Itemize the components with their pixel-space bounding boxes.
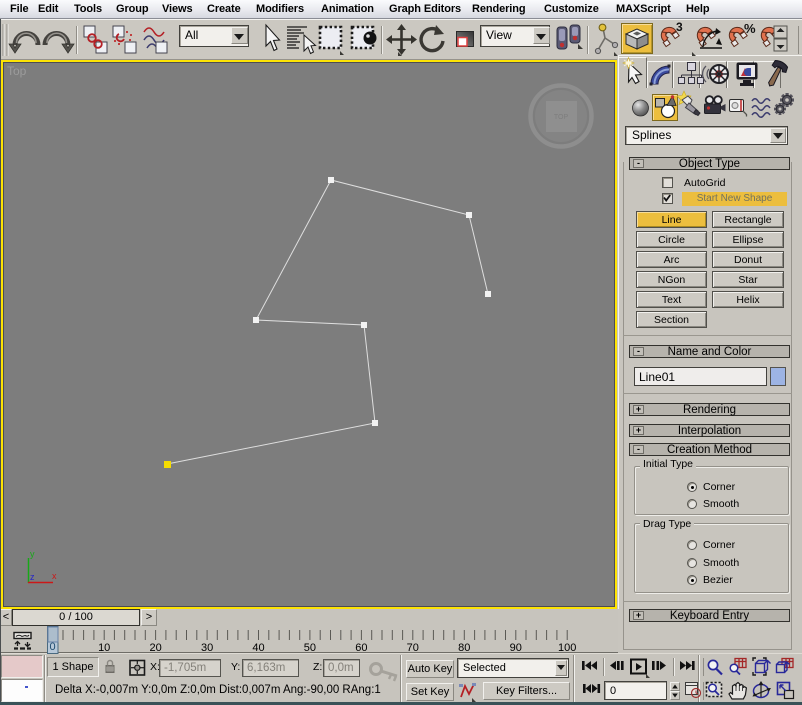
svg-text:50: 50	[304, 642, 316, 654]
svg-text:x: x	[52, 571, 57, 581]
svg-text:60: 60	[355, 642, 367, 654]
svg-text:20: 20	[149, 642, 161, 654]
svg-text:0: 0	[50, 641, 56, 653]
svg-text:%: %	[744, 21, 756, 36]
svg-text:80: 80	[458, 642, 470, 654]
svg-text:10: 10	[98, 642, 110, 654]
svg-text:3: 3	[676, 20, 683, 34]
svg-text:70: 70	[407, 642, 419, 654]
svg-text:y: y	[30, 549, 35, 559]
svg-text:z: z	[30, 572, 35, 582]
svg-text:TOP: TOP	[554, 114, 569, 121]
svg-text:40: 40	[252, 642, 264, 654]
svg-text:100: 100	[558, 642, 576, 654]
svg-text:90: 90	[510, 642, 522, 654]
svg-text:30: 30	[201, 642, 213, 654]
